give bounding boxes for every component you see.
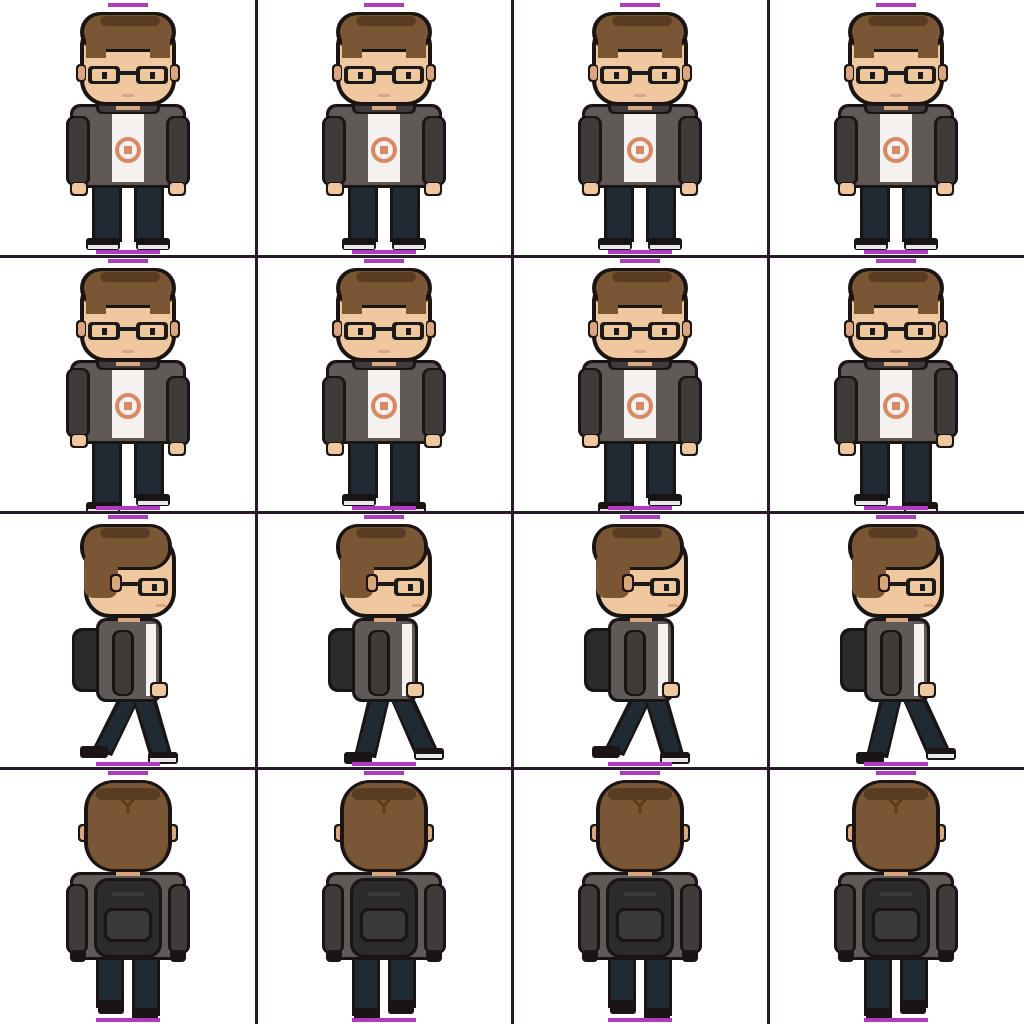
character-sprite [834,780,958,1022]
pivot-marker-bottom [96,250,160,254]
character-sprite [834,12,958,250]
character-sprite [584,524,690,764]
pivot-marker-top [364,3,404,7]
character-sprite [578,12,702,250]
sprite-frame-side-walk-b [256,512,512,768]
sprite-frame-front-idle [512,0,768,256]
character-sprite [840,524,956,764]
sprite-frame-side-walk-b [768,512,1024,768]
pivot-marker-bottom [864,250,928,254]
character-sprite [66,12,190,250]
pivot-marker-top [620,771,660,775]
pivot-marker-bottom [864,1018,928,1022]
character-sprite [322,780,446,1022]
pivot-marker-bottom [96,762,160,766]
pivot-marker-top [364,259,404,263]
pivot-marker-top [876,515,916,519]
pivot-marker-bottom [352,1018,416,1022]
character-sprite [66,268,190,512]
pivot-marker-top [108,771,148,775]
pivot-marker-bottom [96,1018,160,1022]
character-sprite [72,524,178,764]
sprite-frame-back-walk-a [0,768,256,1024]
character-sprite [322,268,446,512]
sprite-frame-front-walk-a [512,256,768,512]
sprite-frame-front-walk-b [768,256,1024,512]
sprite-frame-side-walk-a [0,512,256,768]
pivot-marker-top [108,259,148,263]
character-sprite [328,524,444,764]
pivot-marker-top [364,515,404,519]
pivot-marker-bottom [352,506,416,510]
character-sprite [322,12,446,250]
pivot-marker-bottom [352,250,416,254]
pivot-marker-bottom [608,1018,672,1022]
grid-line-horizontal [0,255,1024,258]
pivot-marker-top [620,3,660,7]
sprite-frame-front-walk-b [256,256,512,512]
character-sprite [578,268,702,512]
pivot-marker-top [876,771,916,775]
pivot-marker-bottom [864,762,928,766]
grid-line-horizontal [0,511,1024,514]
pivot-marker-bottom [96,506,160,510]
pivot-marker-top [108,515,148,519]
pivot-marker-bottom [352,762,416,766]
pivot-marker-top [876,259,916,263]
character-sprite [578,780,702,1022]
grid-line-horizontal [0,767,1024,770]
sprite-sheet [0,0,1024,1024]
pivot-marker-bottom [608,250,672,254]
pivot-marker-bottom [608,762,672,766]
character-sprite [66,780,190,1022]
pivot-marker-top [364,771,404,775]
pivot-marker-bottom [608,506,672,510]
character-sprite [834,268,958,512]
sprite-frame-back-walk-b [256,768,512,1024]
pivot-marker-top [620,515,660,519]
pivot-marker-top [620,259,660,263]
pivot-marker-top [876,3,916,7]
sprite-frame-back-walk-a [512,768,768,1024]
pivot-marker-top [108,3,148,7]
sprite-frame-front-idle [256,0,512,256]
sprite-frame-side-walk-a [512,512,768,768]
sprite-frame-front-walk-a [0,256,256,512]
pivot-marker-bottom [864,506,928,510]
sprite-frame-front-idle [768,0,1024,256]
sprite-frame-front-idle [0,0,256,256]
sprite-frame-back-walk-b [768,768,1024,1024]
